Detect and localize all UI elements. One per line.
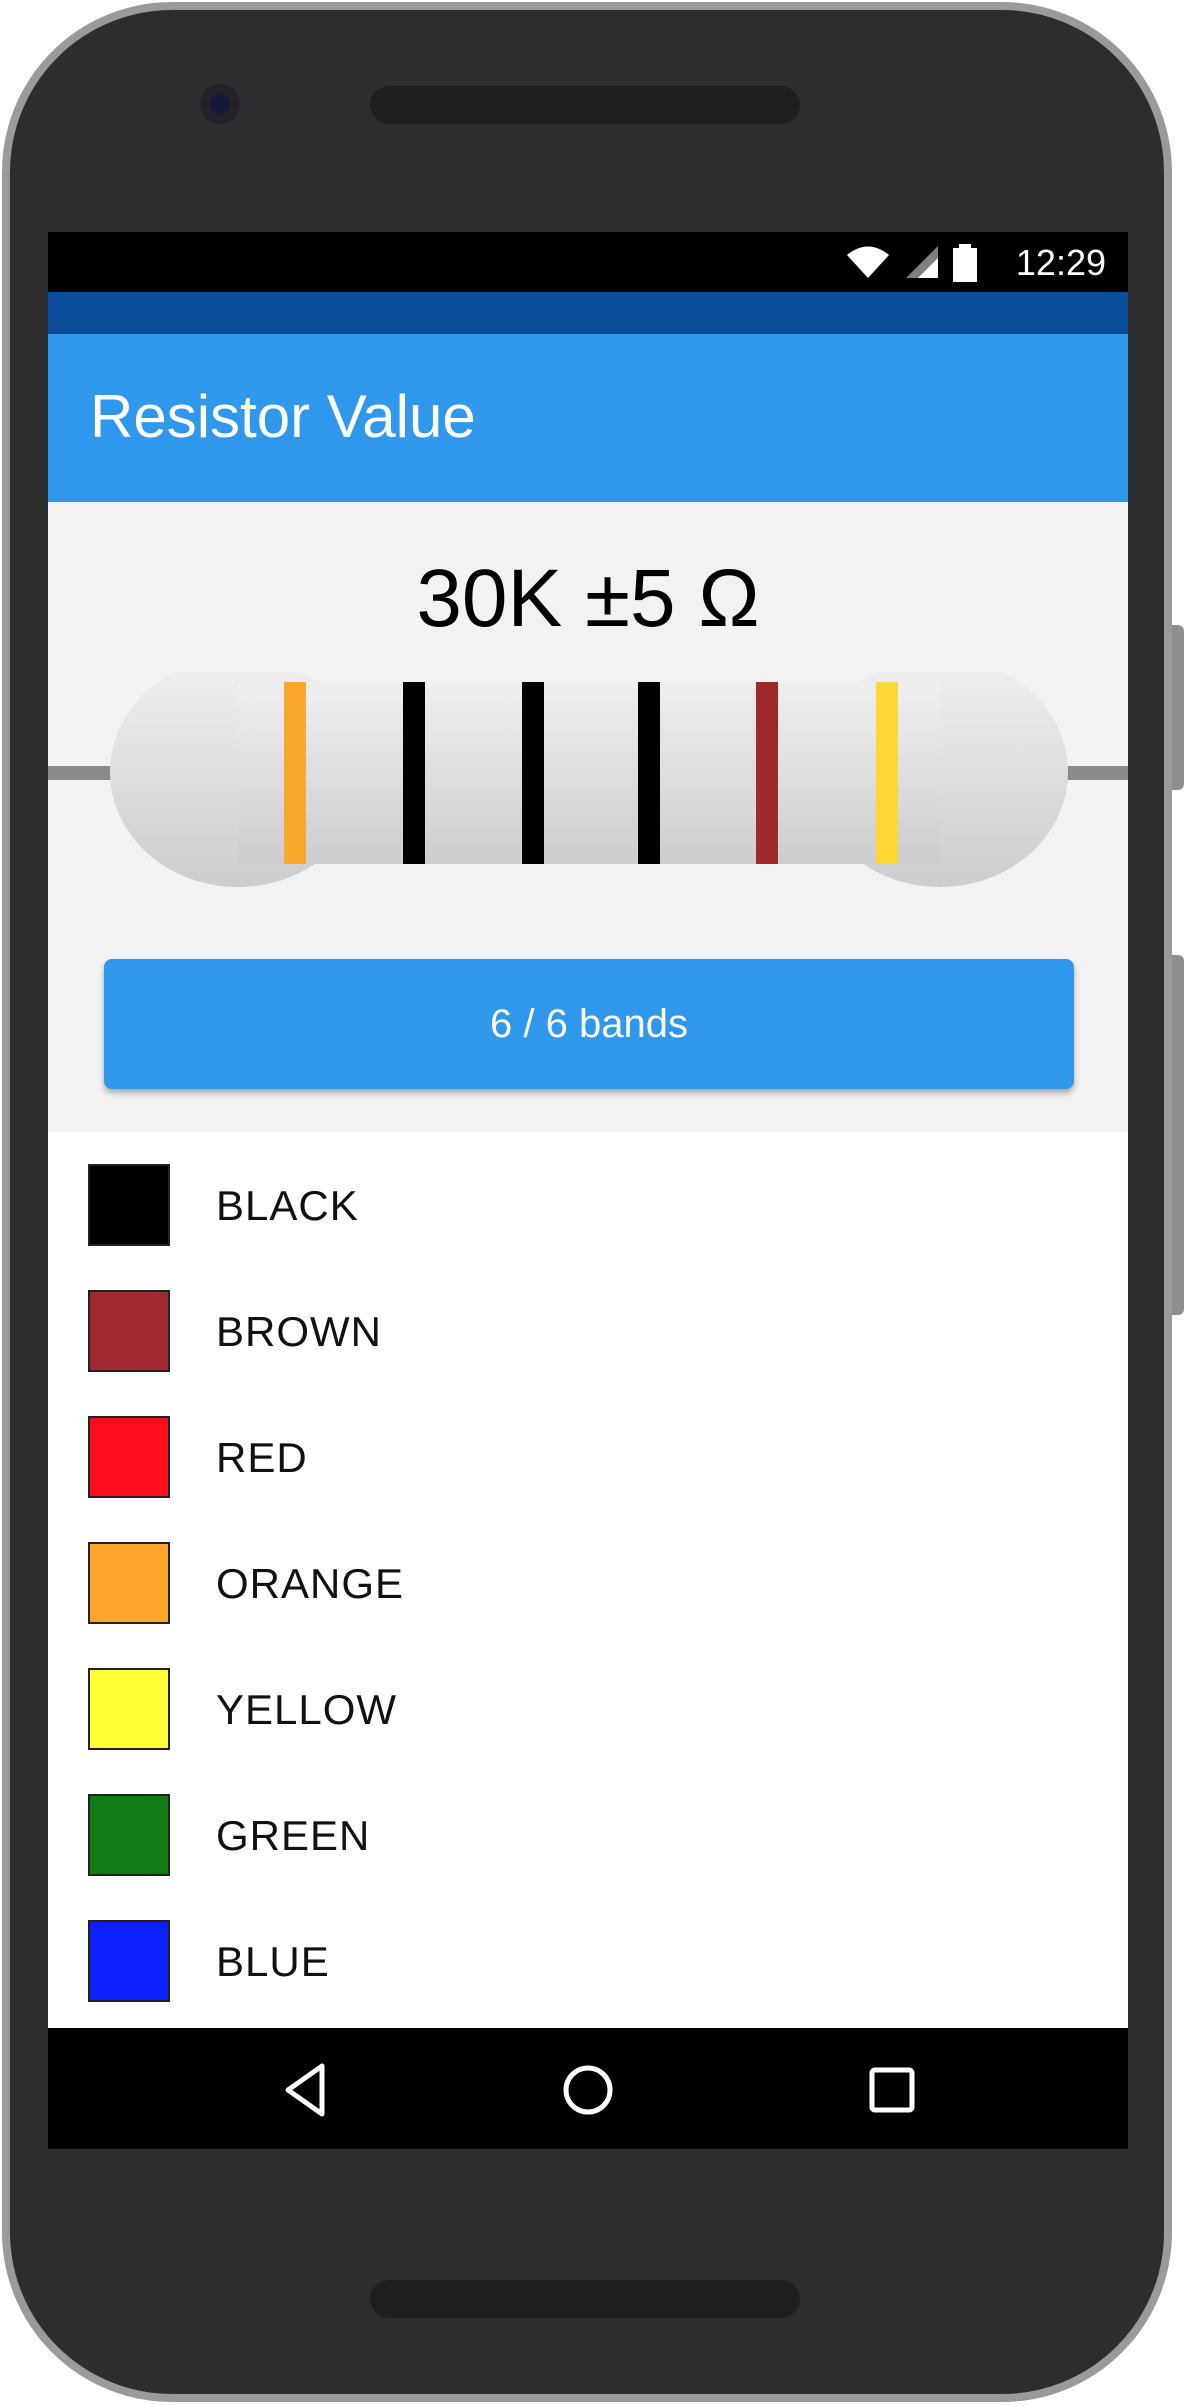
bands-count-button[interactable]: 6 / 6 bands [104, 959, 1074, 1089]
earpiece-speaker [370, 86, 800, 124]
color-item-black[interactable]: BLACK [48, 1142, 1128, 1268]
color-swatch [88, 1542, 170, 1624]
color-item-blue[interactable]: BLUE [48, 1898, 1128, 2024]
back-icon[interactable] [274, 2058, 338, 2122]
color-swatch [88, 1668, 170, 1750]
resistor-band-6[interactable] [876, 682, 898, 864]
battery-icon [953, 244, 977, 282]
resistor-band-1[interactable] [284, 682, 306, 864]
wifi-icon [847, 246, 890, 278]
front-camera [200, 84, 240, 124]
color-label: YELLOW [216, 1686, 398, 1733]
resistor-panel: 30K ±5 Ω 6 / 6 bands [48, 502, 1128, 1132]
color-list: BLACK BROWN RED ORANGE YELLOW GREEN BLUE [48, 1132, 1128, 2032]
status-icons [837, 244, 978, 282]
resistor-band-3[interactable] [522, 682, 544, 864]
navigation-bar [48, 2028, 1128, 2149]
home-icon[interactable] [556, 2058, 620, 2122]
app-title: Resistor Value [90, 383, 476, 450]
color-swatch [88, 1290, 170, 1372]
status-bar: 12:29 [48, 232, 1128, 292]
resistor-band-2[interactable] [403, 682, 425, 864]
bottom-speaker [370, 2280, 800, 2318]
lead-left [48, 766, 118, 780]
color-label: BROWN [216, 1308, 382, 1355]
color-item-orange[interactable]: ORANGE [48, 1520, 1128, 1646]
color-label: BLACK [216, 1182, 359, 1229]
resistor-band-5[interactable] [756, 682, 778, 864]
resistor-value: 30K ±5 Ω [416, 553, 760, 644]
resistor-diagram [48, 672, 1128, 887]
color-label: BLUE [216, 1938, 330, 1985]
recents-icon[interactable] [860, 2058, 924, 2122]
app-bar: Resistor Value [48, 334, 1128, 502]
resistor-body [238, 682, 940, 864]
status-time: 12:29 [1015, 242, 1106, 283]
volume-button [1172, 955, 1184, 1315]
color-item-red[interactable]: RED [48, 1394, 1128, 1520]
resistor-band-4[interactable] [638, 682, 660, 864]
color-swatch [88, 1920, 170, 2002]
color-swatch [88, 1416, 170, 1498]
power-button [1172, 625, 1184, 790]
color-label: ORANGE [216, 1560, 405, 1607]
color-item-yellow[interactable]: YELLOW [48, 1646, 1128, 1772]
color-label: GREEN [216, 1812, 371, 1859]
color-swatch [88, 1794, 170, 1876]
signal-icon [905, 246, 938, 278]
color-item-green[interactable]: GREEN [48, 1772, 1128, 1898]
status-bar-background [48, 292, 1128, 334]
color-item-brown[interactable]: BROWN [48, 1268, 1128, 1394]
color-label: RED [216, 1434, 308, 1481]
color-swatch [88, 1164, 170, 1246]
screen: 12:29 Resistor Value 30K ±5 Ω 6 / 6 band… [48, 232, 1128, 2149]
